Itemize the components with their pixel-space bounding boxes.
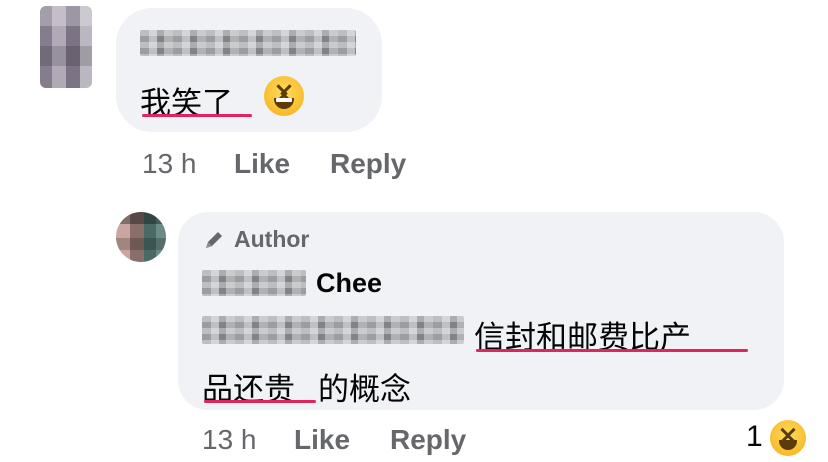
reply-like-button[interactable]: Like xyxy=(294,424,350,456)
comment-time: 13 h xyxy=(142,148,197,179)
reply-text-line2-b: 的概念 xyxy=(318,372,411,407)
like-button[interactable]: Like xyxy=(234,148,290,180)
reply-time: 13 h xyxy=(202,424,257,455)
reply-button[interactable]: Reply xyxy=(330,148,406,180)
laughing-reaction-icon[interactable] xyxy=(770,420,806,456)
author-badge: Author xyxy=(202,226,309,253)
pencil-icon xyxy=(202,228,226,252)
redacted-commenter-name[interactable] xyxy=(140,30,356,56)
author-avatar[interactable] xyxy=(116,212,166,262)
reaction-count[interactable]: 1 xyxy=(746,420,763,454)
author-badge-label: Author xyxy=(234,226,310,252)
redacted-author-name[interactable] xyxy=(202,270,306,296)
laughing-emoji-icon xyxy=(264,76,304,116)
red-underline xyxy=(142,114,252,117)
red-underline-line1 xyxy=(476,349,748,352)
red-underline-line2 xyxy=(204,400,316,403)
commenter-avatar[interactable] xyxy=(40,6,92,88)
reply-reply-button[interactable]: Reply xyxy=(390,424,466,456)
reply-author-name[interactable]: Chee xyxy=(316,268,382,299)
redacted-mention[interactable] xyxy=(202,316,464,344)
